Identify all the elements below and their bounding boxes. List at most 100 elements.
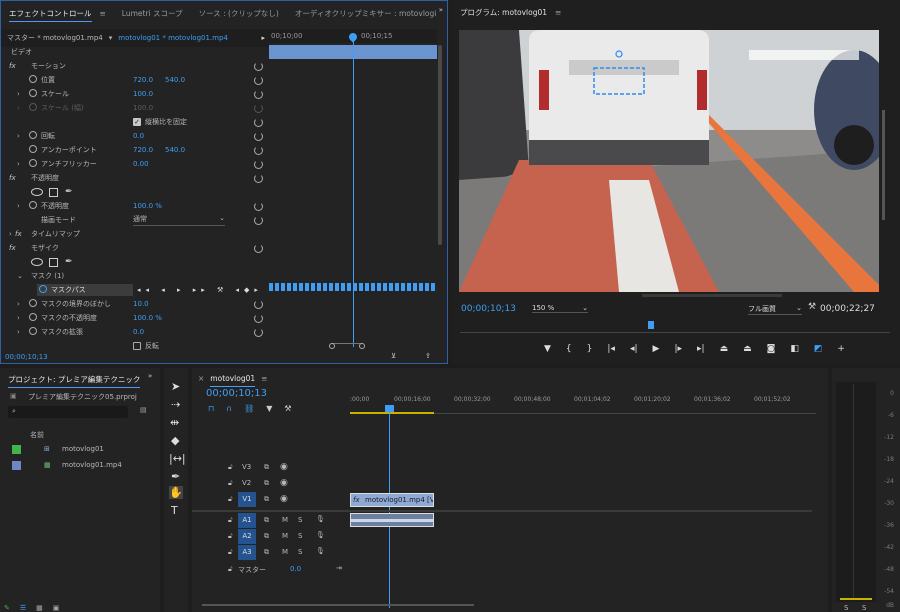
collapse-icon[interactable]: ⌄ <box>17 272 23 280</box>
reset-icon[interactable] <box>254 159 263 169</box>
fx-icon[interactable]: fx <box>15 230 22 238</box>
ellipse-mask-icon[interactable] <box>31 188 43 196</box>
go-to-edit-icon[interactable]: ⇥ <box>336 564 342 572</box>
effect-scrollbar[interactable] <box>438 45 442 245</box>
effect-row-mosaic[interactable]: fx モザイク <box>1 241 269 255</box>
filter-icon[interactable]: ⊻ <box>391 352 396 360</box>
write-lock-icon[interactable]: ✎ <box>4 604 10 612</box>
solo-icon[interactable]: S <box>298 532 302 540</box>
fx-icon[interactable]: fx <box>9 62 16 70</box>
snap-icon[interactable]: ∩ <box>226 404 232 413</box>
nest-icon[interactable]: ⊓ <box>208 404 214 413</box>
track-v2[interactable]: 🔓︎ V2 ⧉ ◉ <box>192 476 828 492</box>
tab-effect-controls[interactable]: エフェクトコントロール <box>1 8 100 22</box>
ripple-edit-tool-icon[interactable]: ⇹ <box>170 416 179 429</box>
stopwatch-icon[interactable] <box>29 327 37 335</box>
stopwatch-icon[interactable] <box>29 159 37 167</box>
effect-row-opacity[interactable]: › 不透明度 100.0 % <box>1 199 269 213</box>
eye-icon[interactable]: ◉ <box>280 494 288 504</box>
project-search-input[interactable]: ⌕ <box>8 406 128 418</box>
track-divider[interactable] <box>192 510 812 512</box>
add-marker-icon[interactable]: ▼ <box>544 344 551 354</box>
razor-tool-icon[interactable]: ◆ <box>171 434 179 447</box>
zoom-handle-left[interactable] <box>329 343 335 349</box>
track-master[interactable]: 🔓︎ マスター 0.0 ⇥ <box>192 562 352 578</box>
lock-icon[interactable]: 🔓︎ <box>228 565 233 574</box>
mic-icon[interactable]: 🎙︎ <box>316 531 325 539</box>
reset-icon[interactable] <box>254 327 263 337</box>
program-scrollbar[interactable] <box>882 110 885 220</box>
step-forward-icon[interactable]: |▸ <box>674 344 682 354</box>
tab-source[interactable]: ソース : (クリップなし) <box>191 8 287 19</box>
track-label[interactable]: A1 <box>238 513 256 528</box>
lift-icon[interactable]: ⏏ <box>720 344 729 354</box>
timeline-playhead-handle[interactable] <box>385 405 394 412</box>
slip-tool-icon[interactable]: |↔| <box>169 452 186 465</box>
fx-icon[interactable]: fx <box>9 174 16 182</box>
reset-icon[interactable] <box>254 75 263 85</box>
settings-wrench-icon[interactable]: ⚒ <box>808 302 816 312</box>
sync-lock-icon[interactable]: ⧉ <box>264 495 269 504</box>
stopwatch-icon[interactable] <box>29 131 37 139</box>
program-video[interactable] <box>459 30 879 292</box>
solo-left-button[interactable]: S <box>844 604 848 612</box>
reset-icon[interactable] <box>254 131 263 141</box>
value-y[interactable]: 540.0 <box>165 146 185 154</box>
solo-right-button[interactable]: S <box>862 604 866 612</box>
value[interactable]: 0.0 <box>133 132 144 140</box>
zoom-handle-right[interactable] <box>359 343 365 349</box>
lock-icon[interactable]: 🔓︎ <box>228 516 233 525</box>
step-back-icon[interactable]: ◂| <box>630 344 638 354</box>
label-color-swatch[interactable] <box>12 460 21 470</box>
vr-icon[interactable]: ◩ <box>814 344 823 354</box>
quality-select[interactable]: フル画質 ⌄ <box>748 304 802 315</box>
lock-icon[interactable]: 🔓︎ <box>228 479 233 488</box>
track-a3[interactable]: 🔓︎ A3 ⧉ M S 🎙︎ <box>192 545 352 561</box>
mic-icon[interactable]: 🎙︎ <box>316 515 325 523</box>
effect-row-mask-expansion[interactable]: › マスクの拡張 0.0 <box>1 325 269 339</box>
tab-audio-mixer[interactable]: オーディオクリップミキサー : motovlogi <box>287 8 445 19</box>
mask-track-controls[interactable]: ◂◂ ◂ ▸ ▸▸ ⚒ ◂◆▸ <box>137 286 263 294</box>
program-menu-icon[interactable]: ≡ <box>555 8 561 17</box>
selection-tool-icon[interactable]: ➤ <box>171 380 180 393</box>
solo-icon[interactable]: S <box>298 516 302 524</box>
effect-row-mask1[interactable]: ⌄ マスク (1) <box>1 269 269 283</box>
mic-icon[interactable]: 🎙︎ <box>316 547 325 555</box>
sequence-menu-icon[interactable]: ≡ <box>261 374 267 383</box>
track-label[interactable]: A2 <box>238 529 256 544</box>
effect-row-rotation[interactable]: › 回転 0.0 <box>1 129 269 143</box>
program-timeline-bar[interactable] <box>460 325 890 333</box>
zoom-select[interactable]: 150 % ⌄ <box>532 304 588 313</box>
reset-icon[interactable] <box>254 299 263 309</box>
stopwatch-icon[interactable] <box>29 299 37 307</box>
effect-row-anchor[interactable]: アンカーポイント 720.0 540.0 <box>1 143 269 157</box>
reset-icon[interactable] <box>254 89 263 99</box>
eye-icon[interactable]: ◉ <box>280 478 288 488</box>
track-v1[interactable]: 🔓︎ V1 ⧉ ◉ <box>192 492 828 508</box>
timeline-playhead[interactable] <box>389 408 390 608</box>
freeform-view-icon[interactable]: ▣ <box>53 604 60 612</box>
track-a1[interactable]: 🔓︎ A1 ⧉ M S 🎙︎ <box>192 513 352 529</box>
comparison-icon[interactable]: ◧ <box>790 344 799 354</box>
stopwatch-icon[interactable] <box>29 145 37 153</box>
effect-row-invert[interactable]: 反転 <box>1 339 269 353</box>
effect-row-uniform-scale[interactable]: ✓ 縦横比を固定 <box>1 115 269 129</box>
expand-icon[interactable]: › <box>17 328 20 336</box>
reset-icon[interactable] <box>254 145 263 155</box>
program-hscroll[interactable] <box>642 294 782 297</box>
clip-dropdown-icon[interactable]: ▾ <box>109 34 113 42</box>
video-clip[interactable]: fx motovlog01.mp4 [V <box>350 493 434 507</box>
rectangle-mask-icon[interactable] <box>49 257 58 267</box>
name-column-header[interactable]: 名前 <box>30 430 44 440</box>
rectangle-mask-icon[interactable] <box>49 187 58 197</box>
lock-icon[interactable]: 🔓︎ <box>228 463 233 472</box>
sync-lock-icon[interactable]: ⧉ <box>264 548 269 557</box>
audio-clip[interactable] <box>350 513 434 527</box>
value[interactable]: 0.0 <box>133 328 144 336</box>
track-v3[interactable]: 🔓︎ V3 ⧉ ◉ <box>192 460 828 476</box>
value[interactable]: 10.0 <box>133 300 149 308</box>
pen-tool-icon[interactable]: ✒ <box>171 470 180 483</box>
value[interactable]: 0.00 <box>133 160 149 168</box>
eye-icon[interactable]: ◉ <box>280 462 288 472</box>
reset-icon[interactable] <box>254 173 263 183</box>
